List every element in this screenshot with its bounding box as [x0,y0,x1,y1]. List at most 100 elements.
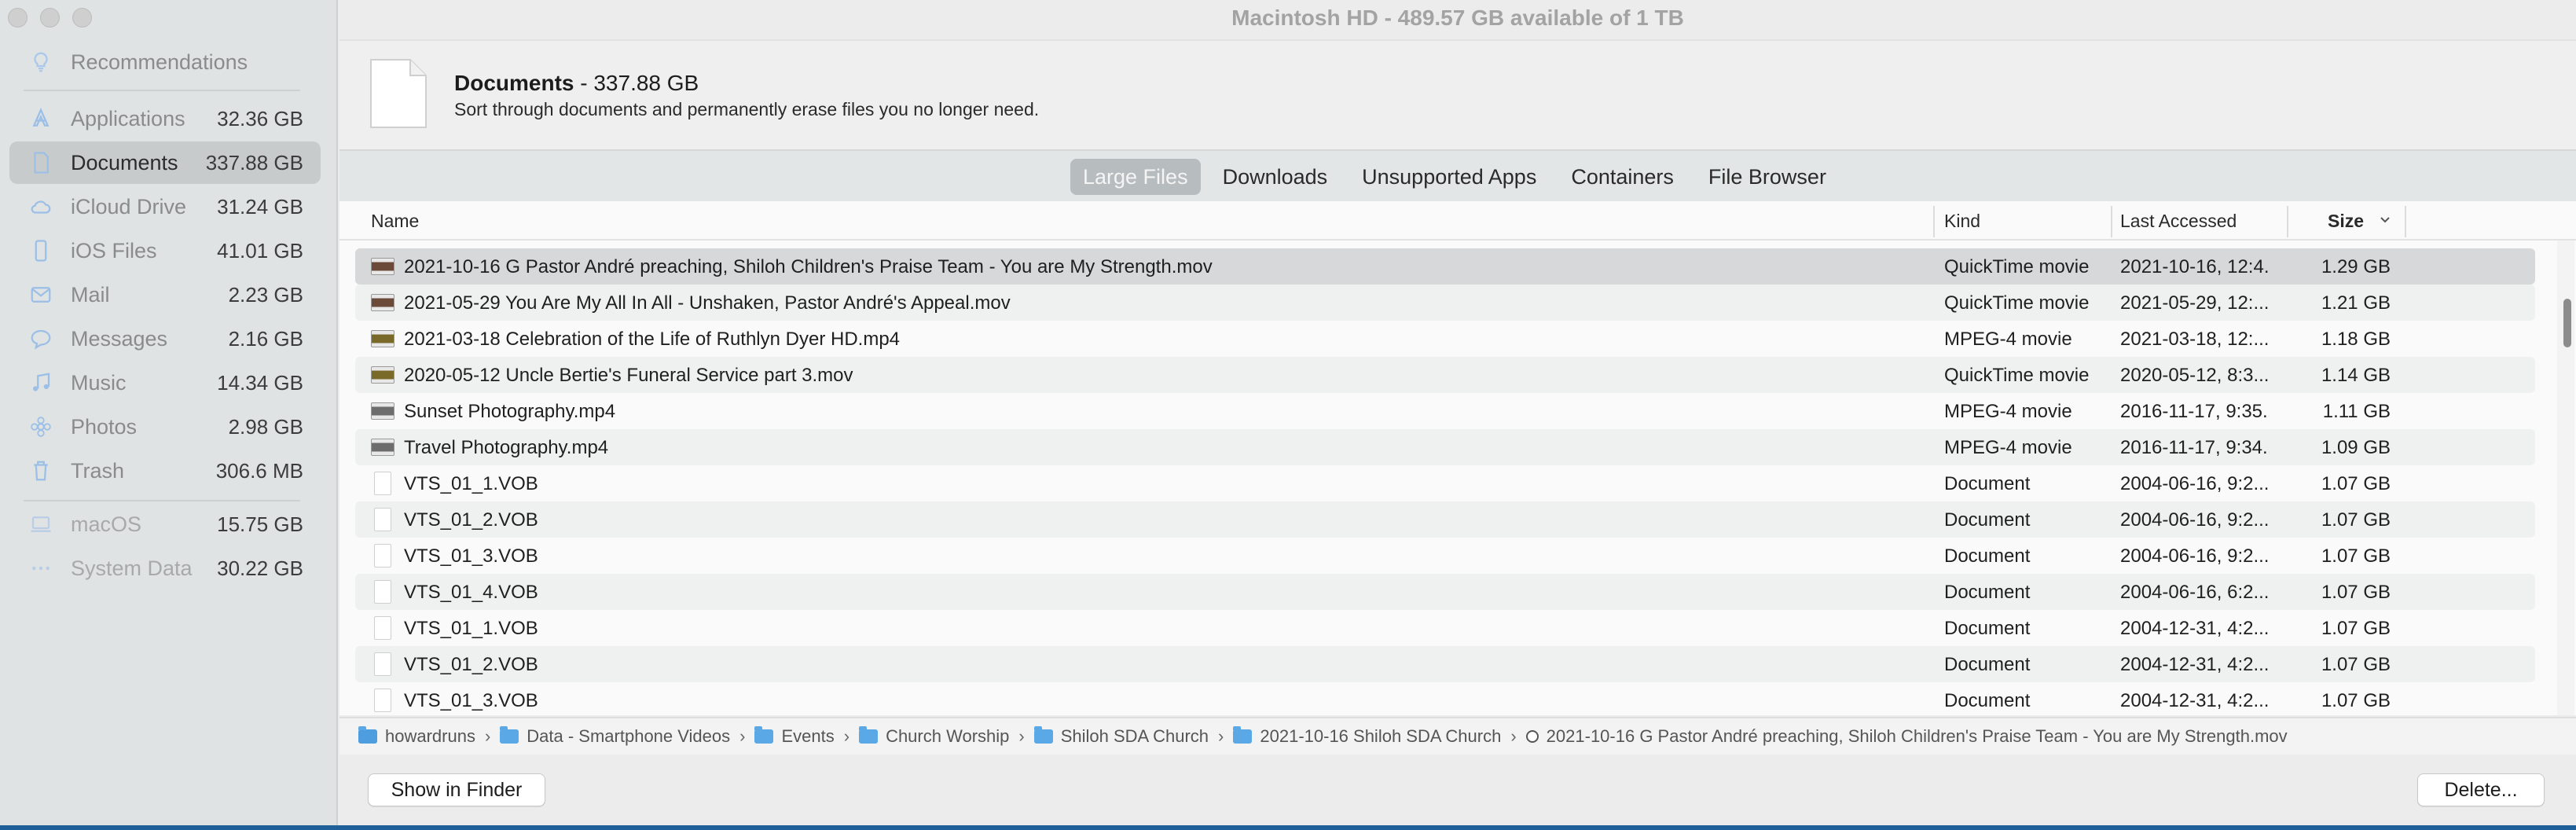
file-last-accessed: 2004-06-16, 6:2... [2120,582,2270,603]
breadcrumb-label: Data - Smartphone Videos [527,726,731,746]
sidebar-item-label: iCloud Drive [71,194,187,219]
bottom-toolbar: Show in Finder Delete... [339,755,2576,825]
sidebar-item-trash[interactable]: Trash 306.6 MB [9,450,321,492]
file-size: 1.07 GB [2321,654,2391,675]
breadcrumb-item[interactable]: Church Worship [859,726,1009,747]
sidebar-item-recommendations[interactable]: Recommendations [9,41,321,83]
sidebar-item-label: Photos [71,414,138,439]
sidebar-item-macos[interactable]: macOS 15.75 GB [9,503,321,545]
table-row[interactable]: 2021-10-16 G Pastor André preaching, Shi… [355,248,2535,285]
column-divider[interactable] [2405,206,2406,237]
file-last-accessed: 2020-05-12, 8:3... [2120,365,2270,386]
breadcrumb-item[interactable]: Events [754,726,835,747]
sidebar-item-applications[interactable]: Applications 32.36 GB [9,97,321,140]
video-thumbnail-icon [371,366,394,384]
file-name: VTS_01_4.VOB [404,582,538,603]
table-row[interactable]: VTS_01_3.VOB Document 2004-06-16, 9:2... 1.… [355,538,2535,574]
file-kind: QuickTime movie [1944,256,2090,277]
table-row[interactable]: Sunset Photography.mp4 MPEG-4 movie 2016-1… [355,393,2535,429]
breadcrumb-item[interactable]: Data - Smartphone Videos [500,726,730,747]
column-header-size[interactable]: Size [2328,211,2364,232]
breadcrumb-item[interactable]: 2021-10-16 G Pastor André preaching, Shi… [1525,726,2288,747]
table-row[interactable]: VTS_01_1.VOB Document 2004-06-16, 9:2... 1.… [355,465,2535,501]
zoom-window-button[interactable] [72,8,92,28]
category-subtitle: Sort through documents and permanently e… [454,99,1040,119]
table-row[interactable]: 2021-05-29 You Are My All In All - Unsha… [355,285,2535,321]
applications-icon [27,105,55,133]
storage-window: Recommendations Applications 32.36 GB Docu… [0,0,2576,825]
breadcrumb-item[interactable]: Shiloh SDA Church [1033,726,1209,747]
speech-bubble-icon [27,325,55,353]
table-row[interactable]: Travel Photography.mp4 MPEG-4 movie 2016-1… [355,429,2535,465]
sidebar-item-label: Applications [71,106,185,130]
table-row[interactable]: VTS_01_4.VOB Document 2004-06-16, 6:2... 1.… [355,574,2535,610]
breadcrumb-label: Church Worship [886,726,1010,746]
column-divider[interactable] [1933,206,1935,237]
sidebar-item-photos[interactable]: Photos 2.98 GB [9,406,321,448]
chevron-right-icon: › [1018,726,1025,746]
sidebar-item-icloud-drive[interactable]: iCloud Drive 31.24 GB [9,185,321,228]
music-note-icon [27,369,55,397]
column-header-name[interactable]: Name [371,211,419,232]
sidebar-item-label: System Data [71,556,193,580]
file-kind: Document [1944,473,2031,494]
file-name: 2021-10-16 G Pastor André preaching, Shi… [404,256,1213,277]
delete-button[interactable]: Delete... [2417,773,2545,806]
table-row[interactable]: 2021-03-18 Celebration of the Life of Ru… [355,321,2535,357]
phone-icon [27,237,55,265]
sidebar-item-ios-files[interactable]: iOS Files 41.01 GB [9,230,321,272]
table-row[interactable]: VTS_01_2.VOB Document 2004-12-31, 4:2... 1.… [355,646,2535,682]
document-icon [374,544,391,567]
file-name: VTS_01_2.VOB [404,509,538,531]
column-divider[interactable] [2287,206,2288,237]
table-row[interactable]: VTS_01_1.VOB Document 2004-12-31, 4:2... 1.… [355,610,2535,646]
file-kind: QuickTime movie [1944,292,2090,314]
file-kind: MPEG-4 movie [1944,329,2072,350]
chevron-down-icon[interactable] [2378,212,2392,226]
file-last-accessed: 2004-06-16, 9:2... [2120,545,2270,567]
scrollbar-thumb[interactable] [2563,299,2571,347]
sidebar-item-music[interactable]: Music 14.34 GB [9,362,321,404]
folder-icon [1033,726,1053,744]
sidebar-item-system-data[interactable]: System Data 30.22 GB [9,547,321,589]
sidebar-item-size: 337.88 GB [205,150,303,174]
file-kind: QuickTime movie [1944,365,2090,386]
tab-containers[interactable]: Containers [1558,159,1686,195]
chevron-right-icon: › [484,726,491,746]
close-window-button[interactable] [8,8,28,28]
column-header-kind[interactable]: Kind [1944,211,1980,232]
tab-large-files[interactable]: Large Files [1070,159,1201,195]
sidebar-divider [24,500,300,501]
table-row[interactable]: VTS_01_2.VOB Document 2004-06-16, 9:2... 1.… [355,501,2535,538]
breadcrumb-item[interactable]: 2021-10-16 Shiloh SDA Church [1233,726,1501,747]
column-header-last-accessed[interactable]: Last Accessed [2120,211,2237,232]
file-kind: Document [1944,545,2031,567]
file-size: 1.07 GB [2321,690,2391,711]
file-kind: MPEG-4 movie [1944,401,2072,422]
file-last-accessed: 2021-03-18, 12:... [2120,329,2270,350]
folder-icon [859,726,879,744]
file-last-accessed: 2004-12-31, 4:2... [2120,618,2270,639]
tab-file-browser[interactable]: File Browser [1696,159,1839,195]
lightbulb-icon [27,48,55,76]
show-in-finder-button[interactable]: Show in Finder [368,773,545,806]
table-header: Name Kind Last Accessed Size [339,201,2576,241]
column-divider[interactable] [2111,206,2112,237]
breadcrumb-item[interactable]: howardruns [358,726,475,747]
document-icon [370,59,427,128]
tab-bar: Large Files Downloads Unsupported Apps Cont… [339,149,2576,201]
minimize-window-button[interactable] [40,8,60,28]
file-size: 1.21 GB [2321,292,2391,314]
sidebar-item-messages[interactable]: Messages 2.16 GB [9,318,321,360]
sidebar-item-documents[interactable]: Documents 337.88 GB [9,141,321,184]
table-row[interactable]: 2020-05-12 Uncle Bertie's Funeral Servic… [355,357,2535,393]
cloud-icon [27,193,55,221]
sidebar-item-mail[interactable]: Mail 2.23 GB [9,274,321,316]
table-row[interactable]: VTS_01_3.VOB Document 2004-12-31, 4:2... 1.… [355,682,2535,715]
chevron-right-icon: › [1510,726,1517,746]
document-icon [374,580,391,604]
sidebar-item-size: 2.16 GB [228,326,303,351]
tab-unsupported-apps[interactable]: Unsupported Apps [1349,159,1549,195]
movie-file-icon [1525,730,1539,743]
tab-downloads[interactable]: Downloads [1210,159,1341,195]
